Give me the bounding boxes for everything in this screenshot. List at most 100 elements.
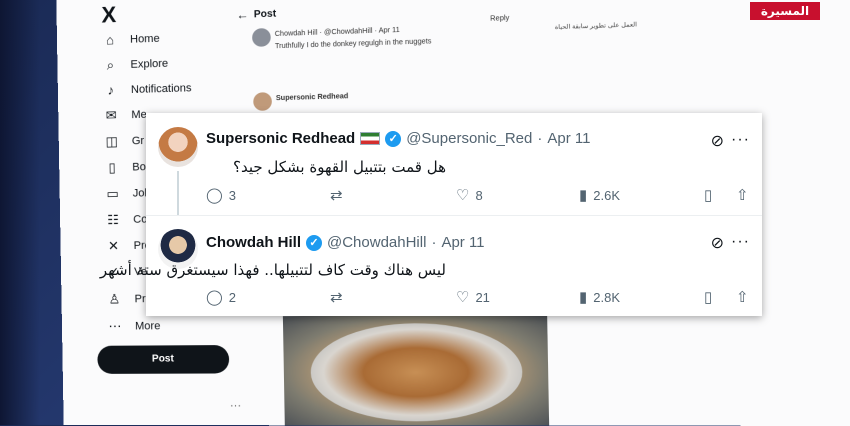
flag-icon xyxy=(360,132,381,145)
bookmark-icon: ▯ xyxy=(704,187,713,204)
share-button[interactable]: ⇧ xyxy=(736,186,749,204)
profile-icon: ♙ xyxy=(108,291,121,307)
search-icon: ⌕ xyxy=(106,57,115,73)
nav-label-messages: Me xyxy=(131,108,147,122)
nav-item-messages[interactable]: ✉ Me xyxy=(103,103,147,128)
separator-dot: · xyxy=(431,234,437,251)
tweet-header: Supersonic Redhead ✓ @Supersonic_Red · A… xyxy=(206,130,590,147)
verified-badge-icon: ✓ xyxy=(385,130,402,147)
nav-label-jobs: Jol xyxy=(132,187,148,200)
display-name[interactable]: Supersonic Redhead xyxy=(206,130,355,147)
nav-label-explore: Explore xyxy=(130,57,169,71)
nav-item-communities[interactable]: ☷ Co xyxy=(105,207,148,232)
bookmark-button[interactable]: ▯ xyxy=(704,186,712,204)
more-circle-icon: ⋯ xyxy=(108,318,122,334)
cookie-plate-image xyxy=(282,313,550,426)
bar-chart-icon: ▮ xyxy=(579,289,588,306)
nav-item-more[interactable]: ⋯ More xyxy=(107,314,161,339)
reply-count: 3 xyxy=(228,187,237,203)
display-name[interactable]: Chowdah Hill xyxy=(206,234,301,251)
channel-logo: المسيرة xyxy=(750,2,820,20)
share-button[interactable]: ⇧ xyxy=(736,288,749,306)
nav-label-notifications: Notifications xyxy=(130,82,192,97)
verified-badge-icon: ✓ xyxy=(306,234,322,251)
plate-shape xyxy=(309,322,524,422)
nav-label-home: Home xyxy=(129,32,160,46)
reply-button[interactable]: ◯ 2 xyxy=(206,288,236,306)
tweet-actions: ◯ 2 ⇄ ♡ 21 ▮ 2.8K ▯ ⇧ xyxy=(206,288,751,308)
nav-item-bookmarks[interactable]: ▯ Bo xyxy=(104,155,146,180)
nav-item-premium[interactable]: ✕ Pre xyxy=(105,234,151,259)
nav-label-bookmarks: Bo xyxy=(132,161,146,174)
avatar[interactable] xyxy=(253,92,273,111)
retweet-button[interactable]: ⇄ xyxy=(330,288,349,306)
tweet-text: هل قمت بتتبيل القهوة بشكل جيد؟ xyxy=(232,158,446,176)
grok-icon[interactable]: ⊘ xyxy=(711,131,724,151)
bg-sidebar-text: العمل على تطوير سابقة الحياة xyxy=(554,22,638,32)
heart-icon: ♡ xyxy=(456,187,470,204)
bar-chart-icon: ▮ xyxy=(579,187,588,204)
views-button[interactable]: ▮ 2.8K xyxy=(579,288,620,306)
handle[interactable]: @ChowdahHill xyxy=(327,234,426,251)
bookmark-icon: ▯ xyxy=(704,289,713,306)
page-title: Post xyxy=(253,8,277,21)
like-button[interactable]: ♡ 8 xyxy=(456,186,483,204)
bg-tweet-author: Chowdah Hill · @ChowdahHill · Apr 11 xyxy=(274,26,400,39)
like-count: 8 xyxy=(475,187,483,203)
heart-icon: ♡ xyxy=(456,289,470,306)
handle[interactable]: @Supersonic_Red xyxy=(406,130,532,147)
grok-icon[interactable]: ⊘ xyxy=(711,233,724,253)
home-icon: ⌂ xyxy=(105,32,115,48)
x-premium-icon: ✕ xyxy=(107,238,120,254)
back-arrow-icon[interactable]: ← xyxy=(236,7,249,22)
view-count: 2.6K xyxy=(593,187,621,203)
nav-item-explore[interactable]: ⌕ Explore xyxy=(102,52,169,78)
account-more-icon[interactable]: ··· xyxy=(230,400,241,412)
grok-icon: ◫ xyxy=(105,133,119,149)
share-icon: ⇧ xyxy=(736,289,749,306)
nav-item-home[interactable]: ⌂ Home xyxy=(102,27,160,53)
mail-icon: ✉ xyxy=(105,107,117,123)
post-button[interactable]: Post xyxy=(97,345,230,374)
nav-label-grok: Gr xyxy=(131,134,145,148)
like-button[interactable]: ♡ 21 xyxy=(456,288,490,306)
separator-dot: · xyxy=(537,130,543,147)
divider xyxy=(146,215,762,216)
tweet-date[interactable]: Apr 11 xyxy=(441,234,484,251)
bookmark-icon: ▯ xyxy=(108,159,116,175)
tweet-thread-card: Supersonic Redhead ✓ @Supersonic_Red · A… xyxy=(100,113,762,316)
background-vignette xyxy=(0,0,40,425)
tweet-actions: ◯ 3 ⇄ ♡ 8 ▮ 2.6K ▯ ⇧ xyxy=(206,186,751,206)
more-options-icon[interactable]: ··· xyxy=(731,233,750,251)
nav-item-jobs[interactable]: ▭ Jol xyxy=(104,181,147,206)
nav-item-notifications[interactable]: ♪ Notifications xyxy=(103,76,192,103)
reply-button[interactable]: Reply xyxy=(490,15,509,23)
bell-icon: ♪ xyxy=(107,82,115,98)
retweet-icon: ⇄ xyxy=(330,187,343,204)
avatar[interactable] xyxy=(252,28,271,47)
communities-icon: ☷ xyxy=(107,211,120,228)
bg-tweet-text: Truthfully I do the donkey regulgh in th… xyxy=(274,38,432,51)
bg-tweet-author: Supersonic Redhead xyxy=(275,93,349,103)
reply-icon: ◯ xyxy=(206,289,223,306)
retweet-button[interactable]: ⇄ xyxy=(330,186,349,204)
more-options-icon[interactable]: ··· xyxy=(731,131,750,149)
nav-item-grok[interactable]: ◫ Gr xyxy=(103,129,144,154)
like-count: 21 xyxy=(475,289,490,305)
tweet-text: ليس هناك وقت كاف لتتبيلها.. فهذا سيستغرق… xyxy=(99,261,446,279)
tweet-date[interactable]: Apr 11 xyxy=(547,130,590,147)
share-icon: ⇧ xyxy=(736,187,749,204)
reply-icon: ◯ xyxy=(206,187,223,204)
view-count: 2.8K xyxy=(593,289,621,305)
reply-count: 2 xyxy=(228,289,237,305)
avatar[interactable] xyxy=(158,127,198,167)
nav-label-more: More xyxy=(134,320,161,333)
reply-button[interactable]: ◯ 3 xyxy=(206,186,236,204)
retweet-icon: ⇄ xyxy=(330,289,343,306)
tweet-header: Chowdah Hill ✓ @ChowdahHill · Apr 11 xyxy=(206,234,485,251)
bookmark-button[interactable]: ▯ xyxy=(704,288,712,306)
views-button[interactable]: ▮ 2.6K xyxy=(579,186,620,204)
jobs-icon: ▭ xyxy=(106,185,119,202)
x-logo-icon[interactable]: X xyxy=(101,2,116,29)
thread-connector xyxy=(177,171,179,215)
